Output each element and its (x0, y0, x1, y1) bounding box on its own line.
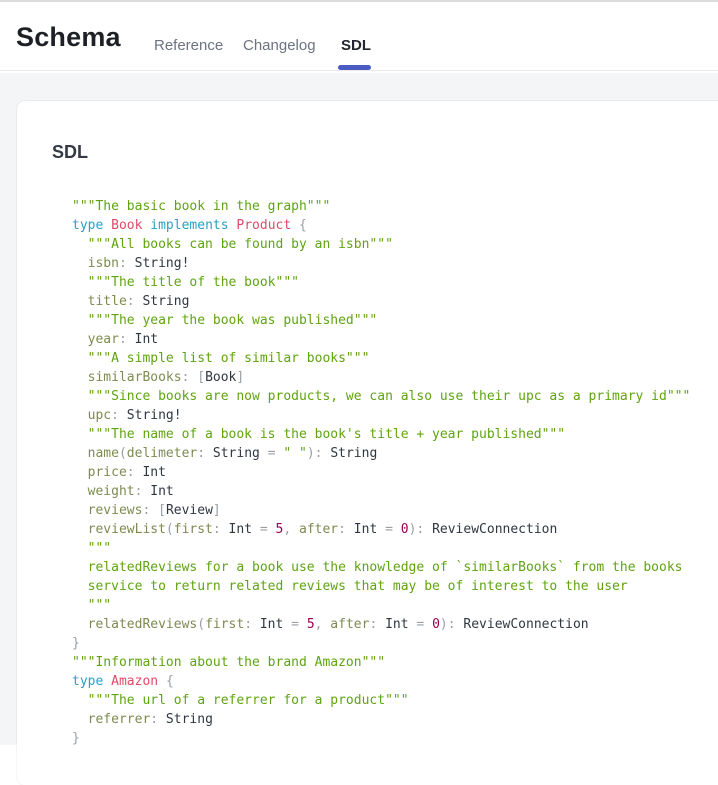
code-line: } (72, 729, 718, 748)
code-line: upc: String! (72, 406, 718, 425)
code-line: service to return related reviews that m… (72, 577, 718, 596)
code-line: } (72, 634, 718, 653)
code-line: price: Int (72, 463, 718, 482)
code-line: """The title of the book""" (72, 273, 718, 292)
code-line: year: Int (72, 330, 718, 349)
code-line: reviewList(first: Int = 5, after: Int = … (72, 520, 718, 539)
tab-reference[interactable]: Reference (154, 37, 223, 54)
code-line: type Book implements Product { (72, 216, 718, 235)
tab-changelog[interactable]: Changelog (243, 37, 316, 54)
code-line: """A simple list of similar books""" (72, 349, 718, 368)
code-line: """The name of a book is the book's titl… (72, 425, 718, 444)
code-line: weight: Int (72, 482, 718, 501)
code-line: similarBooks: [Book] (72, 368, 718, 387)
code-line: """Since books are now products, we can … (72, 387, 718, 406)
main-content-area: SDL """The basic book in the graph"""typ… (0, 73, 718, 745)
active-tab-indicator (338, 65, 371, 70)
code-line: isbn: String! (72, 254, 718, 273)
sdl-code: """The basic book in the graph"""type Bo… (72, 197, 718, 748)
code-line: """The url of a referrer for a product""… (72, 691, 718, 710)
code-line: title: String (72, 292, 718, 311)
code-line: type Amazon { (72, 672, 718, 691)
code-line: """All books can be found by an isbn""" (72, 235, 718, 254)
code-line: reviews: [Review] (72, 501, 718, 520)
code-line: """The basic book in the graph""" (72, 197, 718, 216)
code-line: """ (72, 596, 718, 615)
code-line: """ (72, 539, 718, 558)
sdl-card-heading: SDL (52, 142, 88, 163)
code-line: referrer: String (72, 710, 718, 729)
code-line: """Information about the brand Amazon""" (72, 653, 718, 672)
tab-sdl[interactable]: SDL (341, 37, 371, 54)
schema-header: Schema Reference Changelog SDL (0, 0, 718, 71)
code-line: relatedReviews(first: Int = 5, after: In… (72, 615, 718, 634)
code-line: """The year the book was published""" (72, 311, 718, 330)
code-line: relatedReviews for a book use the knowle… (72, 558, 718, 577)
page-title: Schema (16, 22, 121, 53)
code-line: name(delimeter: String = " "): String (72, 444, 718, 463)
sdl-card: SDL """The basic book in the graph"""typ… (17, 101, 718, 785)
